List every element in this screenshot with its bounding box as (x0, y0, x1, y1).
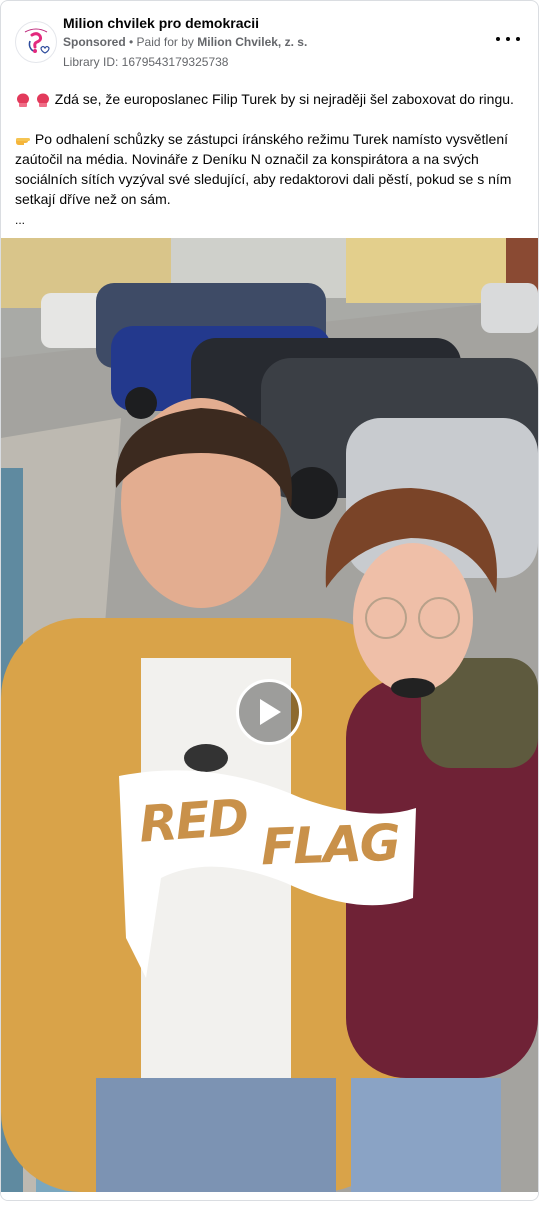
card-footer (1, 1192, 538, 1200)
ad-post-card: Milion chvilek pro demokracii Sponsored … (0, 0, 539, 1201)
post-text-p2-line-1: Po odhalení schůzky se zástupci íránskéh… (34, 131, 509, 147)
play-button[interactable] (236, 679, 302, 745)
boxing-glove-icon (36, 93, 49, 108)
post-header: Milion chvilek pro demokracii Sponsored … (1, 1, 538, 81)
overlay-word-red: RED (137, 788, 250, 854)
video-media[interactable]: RED FLAG (1, 238, 538, 1192)
post-text-line-1: Zdá se, že europoslanec Filip Turek by s… (15, 89, 525, 109)
post-text-paragraph-2: Po odhalení schůzky se zástupci íránskéh… (15, 129, 525, 230)
milion-chvilek-logo-icon (17, 23, 55, 61)
overlay-word-flag: FLAG (260, 813, 400, 877)
post-text-p2-line-3: sociálních sítích vyzýval své sledující,… (15, 171, 512, 187)
play-icon (260, 699, 281, 725)
page-avatar[interactable] (15, 21, 57, 63)
sponsored-label[interactable]: Sponsored (63, 35, 126, 49)
paid-for-by-name[interactable]: Milion Chvilek, z. s. (197, 35, 307, 49)
post-text-sentence-1: Zdá se, že europoslanec Filip Turek by s… (54, 91, 514, 107)
more-options-icon[interactable] (496, 29, 520, 49)
page-name[interactable]: Milion chvilek pro demokracii (63, 15, 259, 31)
post-text-p2-line-2: zaútočil na média. Novináře z Deníku N o… (15, 151, 479, 167)
paid-for-prefix: • Paid for by (125, 35, 198, 49)
pointing-right-icon (16, 138, 30, 146)
red-flag-overlay: RED FLAG (131, 786, 421, 906)
see-more-ellipsis[interactable]: ... (15, 213, 25, 227)
sponsored-line: Sponsored • Paid for by Milion Chvilek, … (63, 35, 307, 49)
post-text-p2-line-4: setkají dříve než on sám. (15, 191, 171, 207)
post-text: Zdá se, že europoslanec Filip Turek by s… (15, 89, 525, 230)
library-id: Library ID: 1679543179325738 (63, 55, 229, 69)
boxing-glove-icon (17, 93, 29, 108)
